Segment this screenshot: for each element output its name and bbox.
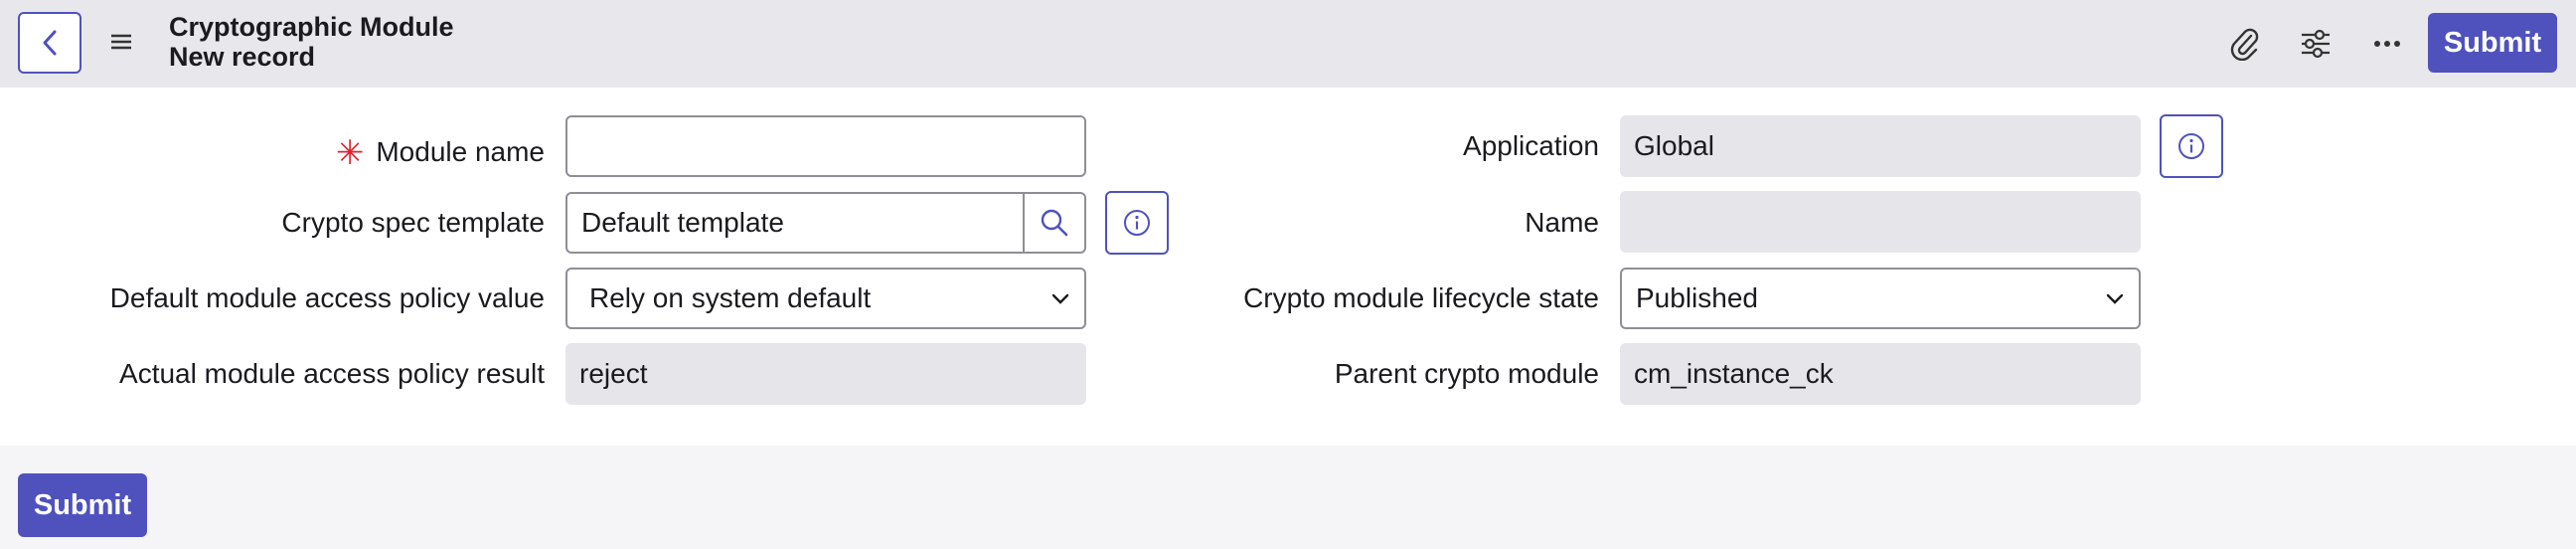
crypto-spec-template-label: Crypto spec template — [281, 207, 545, 238]
parent-module-label: Parent crypto module — [1334, 358, 1599, 389]
page-title: Cryptographic Module — [169, 12, 454, 42]
module-name-input[interactable] — [565, 115, 1086, 177]
name-field — [1620, 191, 2141, 253]
submit-button-bottom[interactable]: Submit — [18, 473, 147, 537]
page-subtitle: New record — [169, 42, 316, 72]
attachment-button[interactable] — [2222, 22, 2266, 66]
back-icon — [43, 30, 57, 56]
application-field: Global — [1620, 115, 2141, 177]
required-marker: ✳ — [335, 134, 365, 172]
chevron-down-icon — [2106, 293, 2124, 304]
form-header: Cryptographic Module New record Submit — [0, 0, 2576, 88]
application-label: Application — [1463, 130, 1599, 161]
lifecycle-state-value: Published — [1636, 282, 1758, 313]
lifecycle-state-select[interactable]: Published — [1620, 268, 2141, 329]
module-name-label: ✳ Module name — [335, 134, 545, 172]
name-label: Name — [1525, 207, 1599, 238]
default-access-policy-label: Default module access policy value — [109, 282, 545, 313]
crypto-spec-info-button[interactable] — [1105, 191, 1169, 255]
chevron-down-icon — [1051, 293, 1069, 304]
lifecycle-state-label: Crypto module lifecycle state — [1243, 282, 1599, 313]
lookup-button[interactable] — [1023, 194, 1084, 252]
crypto-spec-template-value: Default template — [581, 207, 784, 238]
attachment-icon — [2230, 28, 2259, 61]
more-icon — [2374, 41, 2400, 47]
form-footer: Submit — [0, 446, 2576, 549]
context-menu-button[interactable] — [103, 24, 139, 60]
settings-sliders-icon — [2302, 29, 2330, 59]
record-form: ✳ Module name Crypto spec template Defaul… — [0, 88, 2576, 446]
crypto-spec-template-input[interactable]: Default template — [565, 192, 1086, 254]
parent-module-field: cm_instance_ck — [1620, 343, 2141, 405]
actual-access-policy-field: reject — [565, 343, 1086, 405]
info-icon — [2178, 133, 2204, 159]
back-button[interactable] — [18, 12, 81, 74]
page-title-block: Cryptographic Module New record — [169, 12, 454, 72]
menu-icon — [111, 34, 131, 50]
search-icon — [1041, 209, 1068, 237]
submit-button-top[interactable]: Submit — [2428, 13, 2557, 73]
default-access-policy-value: Rely on system default — [589, 282, 872, 313]
default-access-policy-select[interactable]: Rely on system default — [565, 268, 1086, 329]
personalize-form-button[interactable] — [2294, 22, 2337, 66]
application-info-button[interactable] — [2160, 114, 2223, 178]
info-icon — [1124, 210, 1150, 236]
more-options-button[interactable] — [2365, 22, 2409, 66]
actual-access-policy-label: Actual module access policy result — [119, 358, 545, 389]
